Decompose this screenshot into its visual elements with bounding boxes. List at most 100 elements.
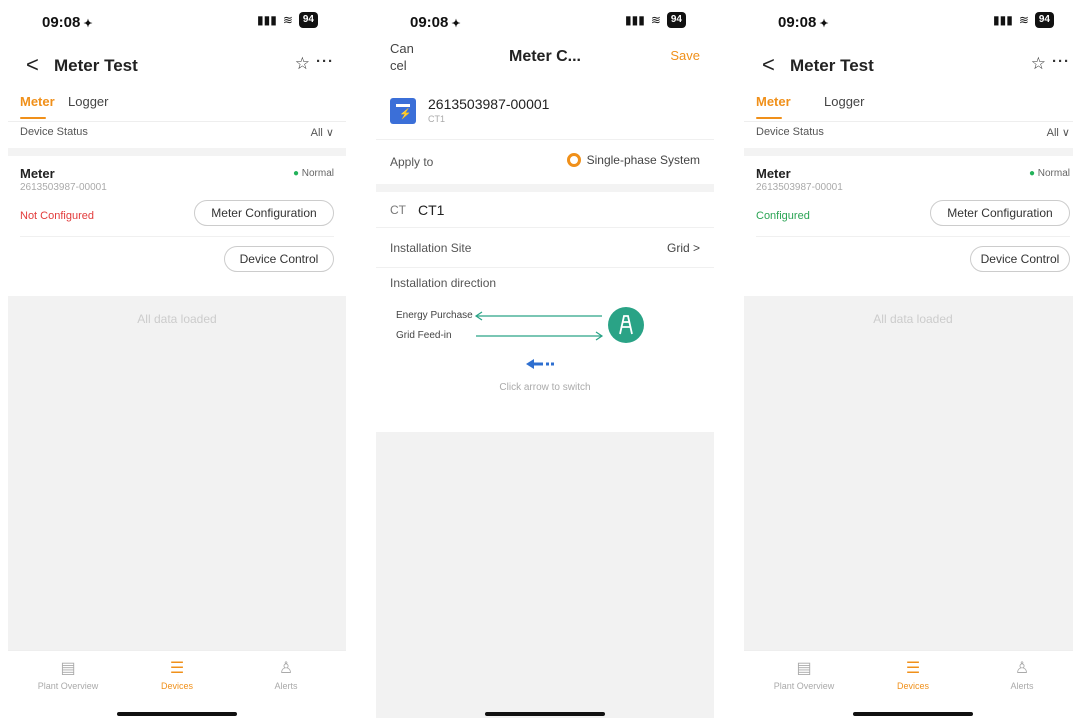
- signal-icon: ▮▮▮: [625, 13, 645, 27]
- tab-plant-overview[interactable]: ▤ Plant Overview: [28, 659, 108, 691]
- tab-meter[interactable]: Meter: [20, 94, 55, 109]
- device-header: ⚡ 2613503987-00001 CT1: [376, 88, 714, 140]
- meter-icon: ⚡: [390, 98, 416, 124]
- list-footer: All data loaded: [8, 296, 346, 650]
- tab-label: Devices: [160, 681, 193, 691]
- mute-icon: ✦: [451, 18, 461, 30]
- empty-area: [376, 432, 714, 718]
- save-button[interactable]: Save: [670, 48, 700, 63]
- radio-selected-icon[interactable]: [566, 153, 581, 167]
- apply-value: Single-phase System: [586, 153, 700, 167]
- ct-row: CT CT1: [376, 192, 714, 228]
- wifi-icon: ≋: [650, 13, 661, 27]
- page-title: Meter C...: [508, 48, 581, 65]
- tab-logger[interactable]: Logger: [824, 94, 864, 109]
- installation-site-row[interactable]: Installation Site Grid >: [376, 228, 714, 268]
- tab-label: Plant Overview: [773, 681, 835, 691]
- mute-icon: ✦: [83, 18, 93, 30]
- more-icon[interactable]: ···: [1052, 53, 1070, 70]
- clock: 09:08: [778, 14, 817, 31]
- tab-plant-overview[interactable]: ▤ Plant Overview: [764, 659, 844, 691]
- ct-key: CT: [390, 203, 406, 217]
- devices-icon: ☰: [169, 660, 185, 677]
- page-title: Meter Test: [54, 56, 138, 75]
- monitor-icon: ▤: [796, 660, 812, 677]
- status-dot-icon: ●: [292, 168, 302, 179]
- tab-label: Alerts: [274, 681, 298, 691]
- star-icon[interactable]: ☆: [295, 54, 310, 74]
- bottom-tab-bar: ▤ Plant Overview ☰ Devices ♙ Alerts: [8, 650, 346, 718]
- nav-bar: < Meter Test ☆ ···: [744, 40, 1073, 90]
- page-title: Meter Test: [790, 56, 874, 75]
- site-value[interactable]: Grid >: [667, 241, 700, 255]
- tab-alerts[interactable]: ♙ Alerts: [246, 659, 326, 691]
- home-indicator: [485, 712, 605, 716]
- meter-configuration-button[interactable]: Meter Configuration: [194, 200, 334, 226]
- clock: 09:08: [410, 14, 449, 31]
- status-badge: ● Normal: [293, 168, 334, 179]
- tab-label: Alerts: [1010, 681, 1034, 691]
- status-bar: 09:08 ✦ ▮▮▮ ≋ 94: [744, 0, 1073, 40]
- tab-bar: Meter Logger: [744, 90, 1073, 122]
- divider: [744, 148, 1073, 156]
- clock: 09:08: [42, 14, 81, 31]
- apply-option[interactable]: Single-phase System: [566, 153, 700, 167]
- device-status-filter[interactable]: Device Status All ∨: [8, 122, 346, 148]
- tab-logger[interactable]: Logger: [68, 94, 108, 109]
- signal-icon: ▮▮▮: [257, 13, 277, 27]
- divider: [8, 148, 346, 156]
- alarm-icon: ♙: [1014, 660, 1030, 677]
- home-indicator: [853, 712, 973, 716]
- installation-direction: Installation direction Energy Purchase G…: [376, 268, 714, 398]
- tab-indicator: [20, 117, 46, 119]
- filter-dropdown[interactable]: All ∨: [311, 126, 334, 139]
- switch-arrow-icon[interactable]: [526, 359, 554, 369]
- monitor-icon: ▤: [60, 660, 76, 677]
- list-footer: All data loaded: [744, 296, 1073, 650]
- device-list-screen-after: 09:08 ✦ ▮▮▮ ≋ 94 < Meter Test ☆ ··· Meter L…: [744, 0, 1073, 718]
- device-control-button[interactable]: Device Control: [970, 246, 1070, 272]
- device-list-screen-before: 09:08 ✦ ▮▮▮ ≋ 94 < Meter Test ☆ ··· Meter L…: [8, 0, 346, 718]
- meter-configuration-button[interactable]: Meter Configuration: [930, 200, 1070, 226]
- tab-alerts[interactable]: ♙ Alerts: [982, 659, 1062, 691]
- back-icon[interactable]: <: [762, 52, 775, 78]
- status-dot-icon: ●: [1028, 168, 1038, 179]
- device-status-filter[interactable]: Device Status All ∨: [744, 122, 1073, 148]
- more-icon[interactable]: ···: [316, 53, 334, 70]
- star-icon[interactable]: ☆: [1031, 54, 1046, 74]
- status-text: Normal: [1037, 168, 1070, 179]
- devices-icon: ☰: [905, 660, 921, 677]
- site-label: Installation Site: [390, 241, 472, 255]
- battery-icon: 94: [1034, 12, 1054, 28]
- mute-icon: ✦: [819, 18, 829, 30]
- signal-icon: ▮▮▮: [993, 13, 1013, 27]
- filter-label: Device Status: [756, 126, 824, 138]
- tab-label: Plant Overview: [37, 681, 99, 691]
- back-icon[interactable]: <: [26, 52, 39, 78]
- battery-icon: 94: [666, 12, 686, 28]
- device-sn: 2613503987-00001: [20, 182, 107, 193]
- status-badge: ● Normal: [1029, 168, 1070, 179]
- all-loaded-text: All data loaded: [137, 312, 217, 326]
- device-sn: 2613503987-00001: [428, 96, 550, 112]
- divider: [756, 236, 1070, 237]
- grid-tower-icon: [608, 307, 644, 343]
- filter-dropdown[interactable]: All ∨: [1047, 126, 1070, 139]
- battery-icon: 94: [298, 12, 318, 28]
- tab-devices[interactable]: ☰ Devices: [137, 659, 217, 691]
- tab-devices[interactable]: ☰ Devices: [873, 659, 953, 691]
- ct-value: CT1: [418, 202, 445, 218]
- tab-meter[interactable]: Meter: [756, 94, 791, 109]
- nav-bar: < Meter Test ☆ ···: [8, 40, 346, 90]
- device-name: Meter: [20, 166, 55, 181]
- nav-bar: Can cel Meter C... Save: [376, 32, 714, 88]
- home-indicator: [117, 712, 237, 716]
- device-name: Meter: [756, 166, 791, 181]
- device-card[interactable]: Meter 2613503987-00001 ● Normal Not Conf…: [8, 156, 346, 296]
- tab-indicator: [756, 117, 782, 119]
- alarm-icon: ♙: [278, 660, 294, 677]
- device-control-button[interactable]: Device Control: [224, 246, 334, 272]
- device-card[interactable]: Meter 2613503987-00001 ● Normal Configur…: [744, 156, 1073, 296]
- apply-to-row[interactable]: Apply to Single-phase System: [376, 140, 714, 184]
- config-status: Not Configured: [20, 210, 94, 222]
